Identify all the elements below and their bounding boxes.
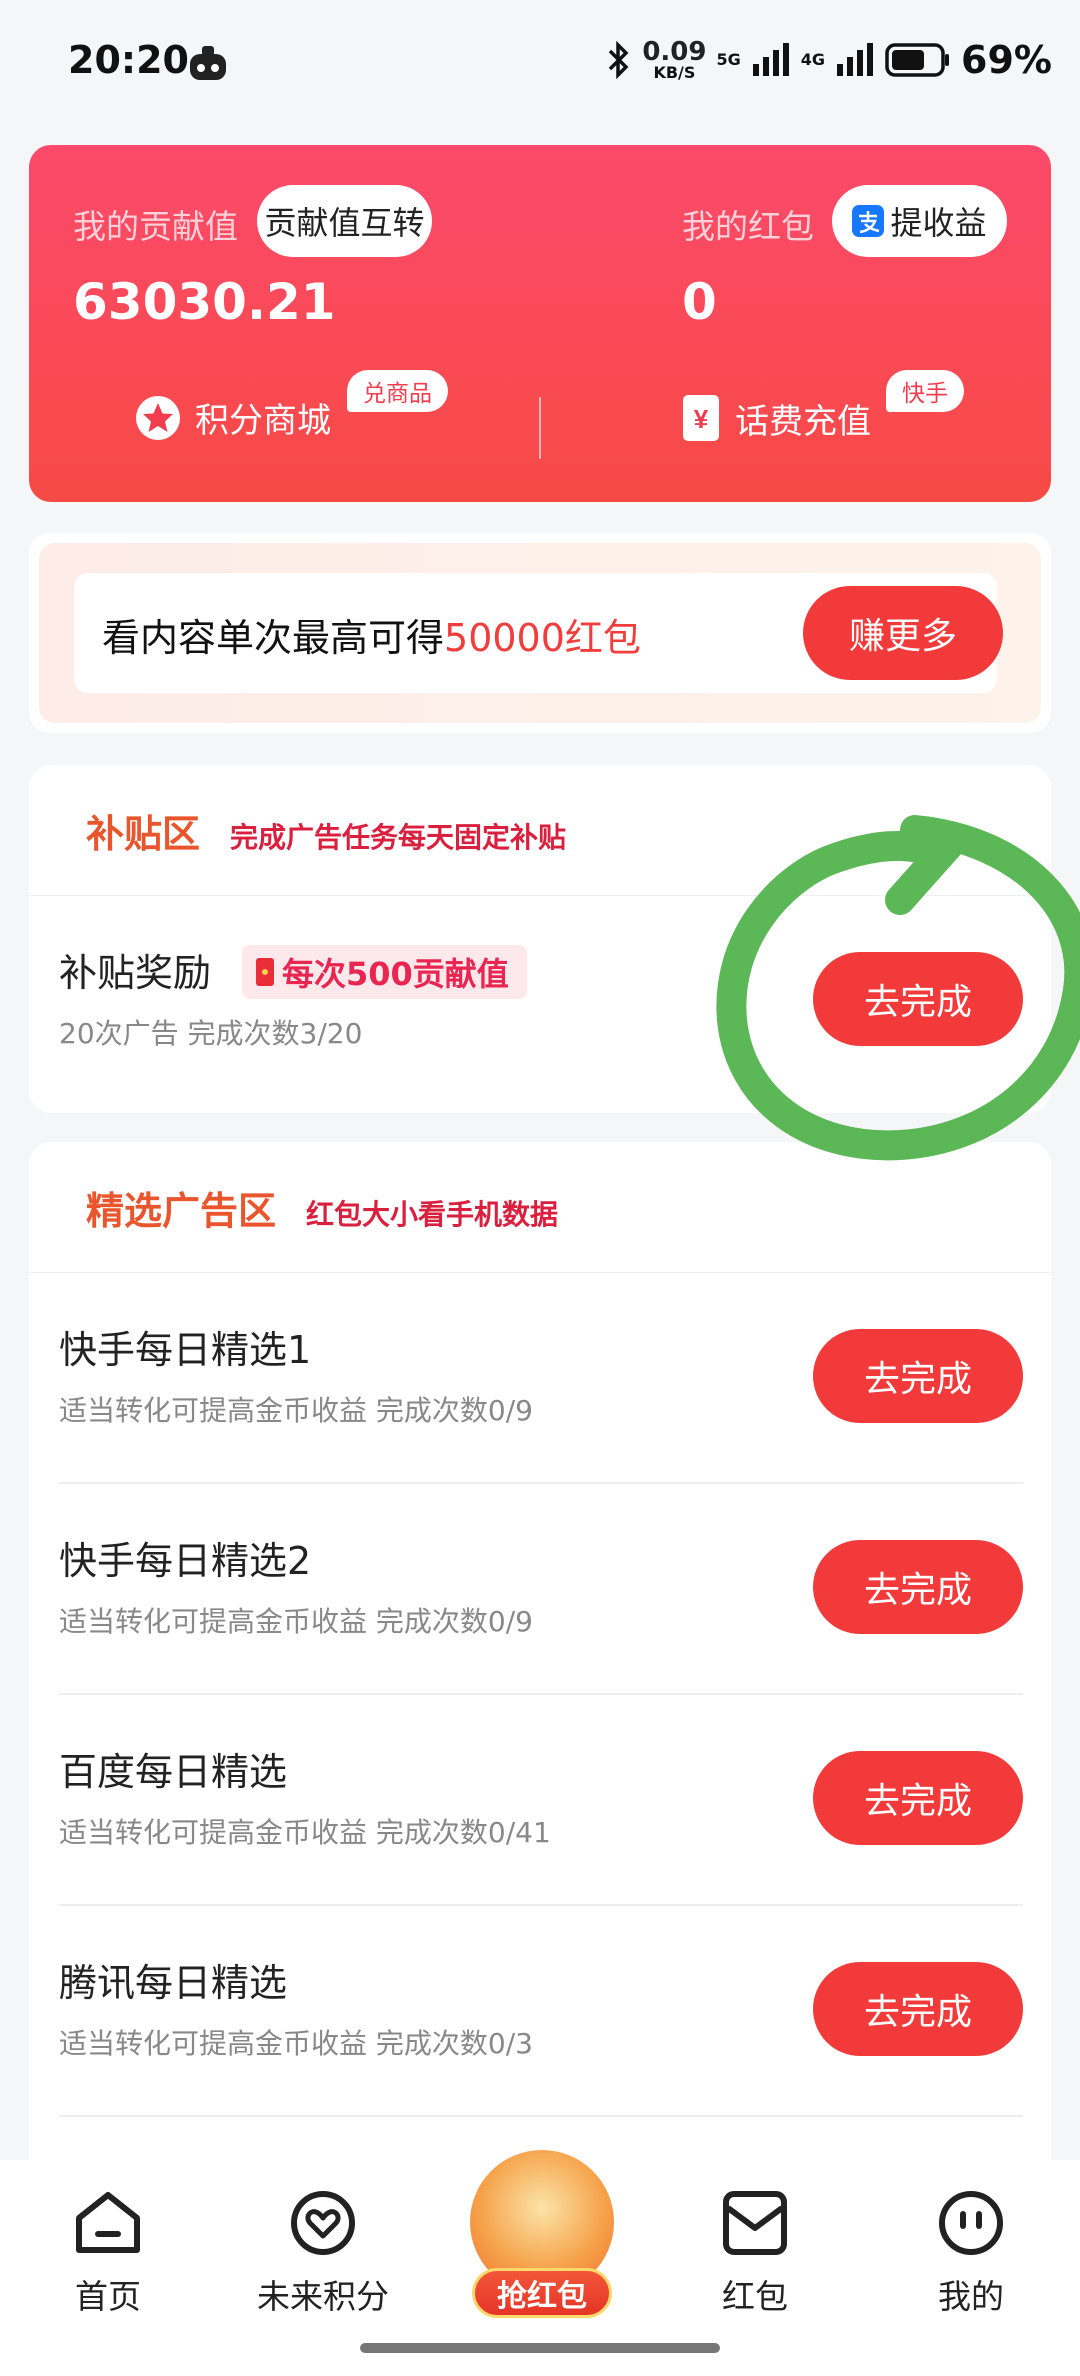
divider (29, 1272, 1051, 1273)
contribution-label: 我的贡献值 (73, 207, 238, 246)
row-title: 腾讯每日精选 (59, 1961, 288, 2005)
divider (59, 1904, 1023, 1906)
yen-card-icon: ¥ (683, 395, 719, 441)
earn-more-button[interactable]: 赚更多 (803, 586, 1003, 680)
points-mall-link[interactable]: 积分商城 (135, 393, 331, 442)
nav-mine[interactable]: 我的 (891, 2190, 1051, 2318)
withdraw-button[interactable]: 提收益 (832, 185, 1007, 257)
go-complete-button[interactable]: 去完成 (813, 1962, 1023, 2056)
home-icon (76, 2192, 140, 2253)
net-type-2: 4G (800, 50, 826, 69)
signal-icon-2 (837, 43, 874, 76)
row-subtitle: 适当转化可提高金币收益 完成次数0/9 (59, 1605, 533, 1638)
row-title: 快手每日精选1 (59, 1328, 312, 1372)
list-item: 快手每日精选2 适当转化可提高金币收益 完成次数0/9 去完成 (29, 1485, 1051, 1695)
featured-title: 精选广告区 (86, 1189, 277, 1233)
profile-face-icon (939, 2191, 1003, 2255)
row-title: 补贴奖励 (59, 951, 212, 995)
row-title: 快手每日精选2 (59, 1539, 312, 1583)
row-subtitle: 20次广告 完成次数3/20 (59, 1017, 363, 1050)
robot-face-icon (190, 46, 226, 80)
promo-banner: 看内容单次最高可得50000红包 赚更多 (29, 533, 1051, 733)
list-item: 快手每日精选1 适当转化可提高金币收益 完成次数0/9 去完成 (29, 1274, 1051, 1484)
go-complete-button[interactable]: 去完成 (813, 1540, 1023, 1634)
go-complete-button[interactable]: 去完成 (813, 952, 1023, 1046)
signal-icon (752, 43, 789, 76)
featured-subtitle: 红包大小看手机数据 (306, 1198, 559, 1231)
row-subtitle: 适当转化可提高金币收益 完成次数0/3 (59, 2027, 533, 2060)
bluetooth-icon (609, 41, 629, 79)
nav-home[interactable]: 首页 (28, 2190, 188, 2318)
list-item: 百度每日精选 适当转化可提高金币收益 完成次数0/41 去完成 (29, 1696, 1051, 1906)
subsidy-subtitle: 完成广告任务每天固定补贴 (230, 821, 567, 854)
list-item: 腾讯每日精选 适当转化可提高金币收益 完成次数0/3 去完成 (29, 1907, 1051, 2117)
nav-grab-redpacket[interactable]: 抢红包 (462, 2150, 622, 2320)
phone-recharge-link[interactable]: ¥ 话费充值 (681, 393, 871, 443)
featured-ads-section: 精选广告区 红包大小看手机数据 快手每日精选1 适当转化可提高金币收益 完成次数… (29, 1142, 1051, 2192)
nav-future-points[interactable]: 未来积分 (243, 2190, 403, 2318)
nav-redpacket[interactable]: 红包 (675, 2190, 835, 2318)
battery-percent: 69% (961, 38, 1052, 82)
promo-text: 看内容单次最高可得50000红包 (102, 616, 641, 660)
battery-icon (885, 43, 950, 77)
row-title: 百度每日精选 (59, 1750, 288, 1794)
row-subtitle: 适当转化可提高金币收益 完成次数0/9 (59, 1394, 533, 1427)
subsidy-row: 补贴奖励 每次500贡献值 20次广告 完成次数3/20 去完成 (29, 897, 1051, 1107)
divider (29, 895, 1051, 896)
divider (539, 397, 541, 459)
svg-text:¥: ¥ (694, 404, 709, 434)
star-icon (136, 395, 180, 440)
reward-tag: 每次500贡献值 (242, 945, 527, 999)
red-envelope-icon (256, 958, 274, 986)
divider (59, 2115, 1023, 2117)
home-indicator[interactable] (360, 2343, 720, 2353)
go-complete-button[interactable]: 去完成 (813, 1329, 1023, 1423)
subsidy-section: 补贴区 完成广告任务每天固定补贴 补贴奖励 每次500贡献值 20次广告 完成次… (29, 765, 1051, 1113)
divider (59, 1693, 1023, 1695)
net-type-1: 5G (716, 50, 741, 69)
contribution-value: 63030.21 (73, 273, 336, 331)
contribution-transfer-button[interactable]: 贡献值互转 (257, 185, 432, 257)
redpacket-value: 0 (682, 273, 717, 331)
row-subtitle: 适当转化可提高金币收益 完成次数0/41 (59, 1816, 551, 1849)
go-complete-button[interactable]: 去完成 (813, 1751, 1023, 1845)
account-card: 我的贡献值 贡献值互转 63030.21 我的红包 提收益 0 积分商城 兑商品… (29, 145, 1051, 502)
alipay-icon (852, 205, 885, 237)
recharge-badge: 快手 (886, 370, 964, 412)
envelope-icon (723, 2191, 787, 2255)
net-speed: 0.09 KB/S (642, 37, 707, 82)
status-time: 20:20 (68, 38, 189, 82)
mall-badge: 兑商品 (347, 370, 448, 412)
subsidy-title: 补贴区 (86, 812, 201, 856)
divider (59, 1482, 1023, 1484)
status-icons: 0.09 KB/S 5G 4G 69% (606, 38, 1052, 82)
status-bar: 20:20 0.09 KB/S 5G 4G 69% (0, 0, 1080, 130)
redpacket-label: 我的红包 (682, 207, 814, 246)
heart-circle-icon (291, 2191, 355, 2255)
